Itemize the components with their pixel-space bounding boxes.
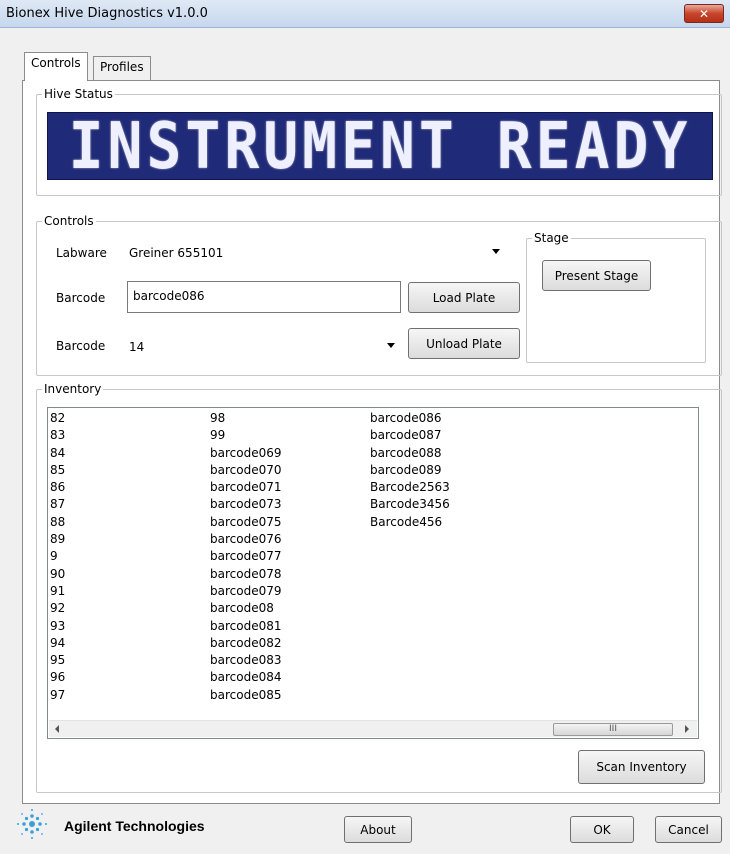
list-item[interactable]: barcode086 [370, 410, 450, 427]
list-item[interactable]: barcode089 [370, 462, 450, 479]
hive-status-group: Hive Status INSTRUMENT READY [36, 86, 722, 196]
inventory-column-2: 98 99 barcode069 barcode070 barcode071 b… [210, 410, 281, 704]
barcode-dropdown[interactable]: 14 [123, 336, 401, 358]
inventory-column-3: barcode086 barcode087 barcode088 barcode… [370, 410, 450, 531]
list-item[interactable]: 97 [50, 687, 65, 704]
cancel-button[interactable]: Cancel [655, 816, 722, 843]
inventory-legend: Inventory [42, 381, 104, 397]
list-item[interactable]: 88 [50, 514, 65, 531]
cancel-label: Cancel [668, 822, 709, 837]
list-item[interactable]: 93 [50, 618, 65, 635]
list-item[interactable]: barcode070 [210, 462, 281, 479]
list-item[interactable]: 83 [50, 427, 65, 444]
scroll-thumb[interactable]: III [553, 723, 673, 736]
list-item[interactable]: 9 [50, 548, 65, 565]
list-item[interactable]: Barcode3456 [370, 496, 450, 513]
chevron-down-icon [492, 249, 500, 254]
scroll-left-icon[interactable] [55, 725, 59, 733]
barcode-input-value: barcode086 [133, 289, 205, 303]
list-item[interactable]: Barcode456 [370, 514, 450, 531]
stage-legend: Stage [532, 230, 571, 246]
unload-plate-label: Unload Plate [426, 336, 502, 351]
list-item[interactable]: barcode08 [210, 600, 281, 617]
inventory-group: Inventory 82 83 84 85 86 87 88 89 9 90 9… [36, 381, 722, 793]
barcode-label: Barcode [56, 291, 106, 305]
list-item[interactable]: 87 [50, 496, 65, 513]
list-item[interactable]: 98 [210, 410, 281, 427]
unload-plate-button[interactable]: Unload Plate [408, 328, 520, 359]
list-item[interactable]: 94 [50, 635, 65, 652]
list-item[interactable]: barcode078 [210, 566, 281, 583]
list-item[interactable]: barcode085 [210, 687, 281, 704]
list-item[interactable]: 84 [50, 445, 65, 462]
tab-controls[interactable]: Controls [24, 52, 88, 81]
stage-group: Stage Present Stage [526, 230, 706, 363]
barcode2-label: Barcode [56, 339, 106, 353]
scroll-right-icon[interactable] [685, 725, 689, 733]
list-item[interactable]: barcode076 [210, 531, 281, 548]
list-item[interactable]: 99 [210, 427, 281, 444]
list-item[interactable]: barcode079 [210, 583, 281, 600]
inventory-column-1: 82 83 84 85 86 87 88 89 9 90 91 92 93 94… [50, 410, 65, 704]
chevron-down-icon [387, 343, 395, 348]
scan-inventory-button[interactable]: Scan Inventory [578, 750, 705, 784]
load-plate-button[interactable]: Load Plate [408, 282, 520, 313]
controls-tab-panel: Hive Status INSTRUMENT READY Controls La… [22, 80, 722, 804]
hive-status-legend: Hive Status [42, 86, 115, 102]
grip-icon: III [609, 724, 617, 734]
status-display: INSTRUMENT READY [47, 109, 713, 183]
load-plate-label: Load Plate [432, 290, 496, 305]
list-item[interactable]: barcode073 [210, 496, 281, 513]
controls-legend: Controls [42, 213, 96, 229]
list-item[interactable]: barcode069 [210, 445, 281, 462]
list-item[interactable]: barcode081 [210, 618, 281, 635]
list-item[interactable]: 96 [50, 669, 65, 686]
list-item[interactable]: 82 [50, 410, 65, 427]
labware-dropdown[interactable]: Greiner 655101 [123, 242, 506, 264]
list-item[interactable]: 91 [50, 583, 65, 600]
list-item[interactable]: barcode075 [210, 514, 281, 531]
list-item[interactable]: 86 [50, 479, 65, 496]
list-item[interactable]: 95 [50, 652, 65, 669]
list-item[interactable]: 89 [50, 531, 65, 548]
controls-group: Controls Labware Greiner 655101 Barcode … [36, 213, 722, 376]
list-item[interactable]: barcode071 [210, 479, 281, 496]
ok-button[interactable]: OK [570, 816, 634, 843]
scan-inventory-label: Scan Inventory [596, 760, 687, 774]
list-item[interactable]: barcode083 [210, 652, 281, 669]
list-item[interactable]: 92 [50, 600, 65, 617]
list-item[interactable]: barcode077 [210, 548, 281, 565]
list-item[interactable]: 85 [50, 462, 65, 479]
barcode2-value: 14 [129, 340, 145, 354]
list-item[interactable]: barcode088 [370, 445, 450, 462]
list-item[interactable]: barcode084 [210, 669, 281, 686]
company-logo-text: Agilent Technologies [64, 818, 205, 834]
horizontal-scrollbar[interactable]: III [49, 720, 697, 737]
status-display-text: INSTRUMENT READY [68, 108, 692, 184]
present-stage-button[interactable]: Present Stage [542, 260, 651, 291]
ok-label: OK [593, 822, 611, 837]
list-item[interactable]: barcode082 [210, 635, 281, 652]
about-label: About [360, 822, 396, 837]
title-bar: Bionex Hive Diagnostics v1.0.0 ✕ [0, 0, 730, 28]
window-title: Bionex Hive Diagnostics v1.0.0 [6, 6, 208, 21]
list-item[interactable]: barcode087 [370, 427, 450, 444]
tab-profiles-label: Profiles [100, 60, 144, 74]
list-item[interactable]: 90 [50, 566, 65, 583]
close-button[interactable]: ✕ [684, 4, 724, 23]
list-item[interactable]: Barcode2563 [370, 479, 450, 496]
close-icon: ✕ [698, 6, 710, 21]
inventory-list[interactable]: 82 83 84 85 86 87 88 89 9 90 91 92 93 94… [47, 407, 699, 739]
barcode-input[interactable]: barcode086 [127, 281, 401, 313]
tab-profiles[interactable]: Profiles [93, 56, 151, 80]
labware-label: Labware [56, 246, 107, 260]
agilent-spark-logo-icon [17, 809, 47, 839]
tab-controls-label: Controls [31, 56, 81, 70]
about-button[interactable]: About [344, 816, 412, 843]
labware-value: Greiner 655101 [129, 246, 224, 260]
present-stage-label: Present Stage [554, 268, 639, 283]
